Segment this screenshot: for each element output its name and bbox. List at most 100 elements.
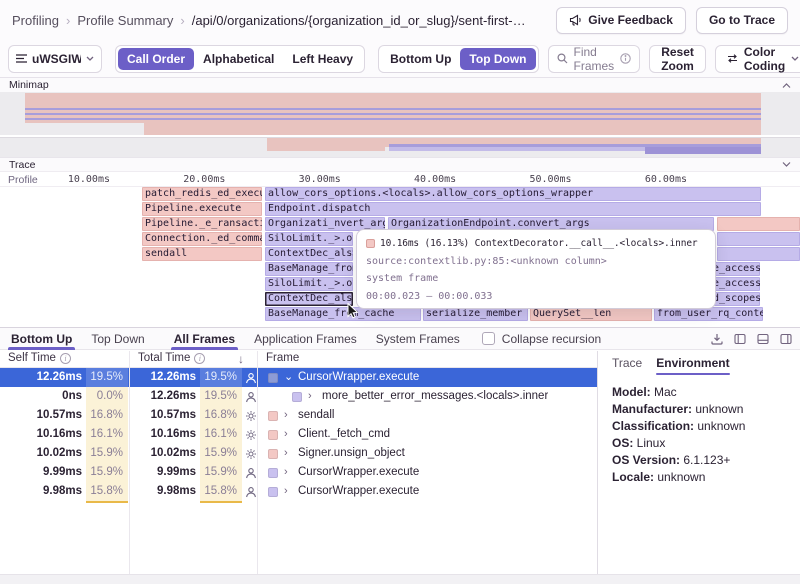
find-frames-placeholder: Find Frames	[574, 45, 615, 73]
total-time-column-header[interactable]: Total Time i	[138, 352, 205, 364]
flamegraph-frame-bar[interactable]	[717, 247, 800, 261]
tab-application-frames[interactable]: Application Frames	[251, 328, 360, 349]
flamegraph-frame-bar[interactable]: BaseManage_from_cache	[265, 307, 421, 321]
profile-axis-label: Profile	[8, 174, 38, 186]
minimap-band	[389, 147, 645, 151]
flamegraph-frame-bar[interactable]: Connection._ed_command	[142, 232, 262, 246]
self-time-column-header[interactable]: Self Time i	[8, 352, 71, 364]
chevron-right-icon[interactable]: ›	[308, 387, 316, 406]
breadcrumb-profile-summary[interactable]: Profile Summary	[77, 13, 173, 28]
flamegraph-frame-bar[interactable]: sendall	[142, 247, 262, 261]
sort-left-heavy-option[interactable]: Left Heavy	[283, 48, 362, 70]
sort-call-order-option[interactable]: Call Order	[118, 48, 194, 70]
frame-color-swatch	[268, 449, 278, 459]
total-time-value: 12.26ms	[130, 387, 196, 406]
flamegraph-frame-bar[interactable]: QuerySet__len	[530, 307, 652, 321]
info-icon[interactable]: i	[60, 353, 71, 364]
flamegraph-frame-bar[interactable]: ContextDec_als>.i	[265, 247, 353, 261]
download-icon[interactable]	[711, 333, 723, 345]
flamegraph-frame-bar[interactable]: SiloLimit._>.over	[265, 277, 353, 291]
frame-color-swatch	[268, 373, 278, 383]
self-time-percent: 16.1%	[86, 425, 128, 444]
tab-system-frames[interactable]: System Frames	[373, 328, 463, 349]
color-coding-button[interactable]: Color Coding	[715, 45, 800, 73]
frame-cell[interactable]: › sendall	[258, 406, 597, 425]
find-frames-input[interactable]: Find Frames	[548, 45, 641, 73]
frame-name: CursorWrapper.execute	[298, 463, 419, 482]
info-icon[interactable]: i	[194, 353, 205, 364]
flamegraph-frame-bar[interactable]: serialize_member	[423, 307, 528, 321]
self-time-label: Self Time	[8, 352, 56, 364]
reset-zoom-button[interactable]: Reset Zoom	[649, 45, 706, 73]
collapse-recursion-checkbox[interactable]: Collapse recursion	[482, 332, 601, 346]
breadcrumb-profiling[interactable]: Profiling	[12, 13, 59, 28]
table-row[interactable]: 9.98ms15.8%9.98ms15.8%›CursorWrapper.exe…	[0, 482, 597, 501]
chevron-right-icon[interactable]: ›	[284, 463, 292, 482]
tooltip-frame-color-swatch	[366, 239, 375, 248]
chevron-right-icon[interactable]: ›	[284, 406, 292, 425]
layout-dock-left-icon[interactable]	[734, 333, 746, 345]
flamegraph-frame-bar[interactable]: patch_redis_ed_execute	[142, 187, 262, 201]
breadcrumb-separator-icon: ›	[180, 13, 184, 28]
tab-top-down[interactable]: Top Down	[88, 328, 147, 349]
frame-cell[interactable]: ⌄CursorWrapper.execute	[258, 368, 597, 387]
self-time-value: 9.98ms	[0, 482, 82, 501]
detail-label: Model:	[612, 385, 654, 399]
flamegraph-frame-bar[interactable]: Endpoint.dispatch	[265, 202, 761, 216]
flamegraph-frame-bar[interactable]: SiloLimit._>.over	[265, 232, 353, 246]
table-row[interactable]: 10.16ms16.1%10.16ms16.1%›Client._fetch_c…	[0, 425, 597, 444]
chevron-right-icon[interactable]: ›	[284, 425, 292, 444]
go-to-trace-button[interactable]: Go to Trace	[696, 7, 788, 34]
frame-cell[interactable]: › CursorWrapper.execute	[258, 463, 597, 482]
table-row[interactable]: 10.02ms15.9%10.02ms15.9%›Signer.unsign_o…	[0, 444, 597, 463]
frame-cell[interactable]: ›CursorWrapper.execute	[258, 482, 597, 501]
flamegraph-frame-bar[interactable]: Pipeline._e_ransaction	[142, 217, 262, 231]
flamegraph-frame-bar[interactable]: from_user_rq_context	[654, 307, 763, 321]
layout-dock-bottom-icon[interactable]	[757, 333, 769, 345]
table-row[interactable]: 0ns0.0%12.26ms19.5%›more_better_error_me…	[0, 387, 597, 406]
table-row[interactable]: 9.99ms15.9%9.99ms15.9%›CursorWrapper.exe…	[0, 463, 597, 482]
frame-column-header[interactable]: Frame	[266, 352, 299, 364]
collapse-trace-chevron-down-icon[interactable]	[782, 162, 791, 167]
color-coding-label: Color Coding	[744, 45, 785, 73]
chevron-right-icon[interactable]: ›	[284, 482, 292, 501]
sort-descending-icon[interactable]: ↓	[238, 352, 244, 366]
axis-tick-label: 40.00ms	[414, 174, 456, 185]
detail-label: Locale:	[612, 470, 657, 484]
minimap-canvas[interactable]	[0, 92, 800, 157]
frame-cell[interactable]: ›Client._fetch_cmd	[258, 425, 597, 444]
search-info-icon[interactable]	[620, 53, 631, 64]
detail-value: 6.1.123+	[683, 453, 730, 467]
direction-bottom-up-option[interactable]: Bottom Up	[381, 48, 460, 70]
minimap-header: Minimap	[0, 78, 800, 92]
chevron-down-icon[interactable]: ⌄	[284, 368, 292, 387]
flamegraph-frame-bar[interactable]	[717, 217, 800, 231]
frame-name: Signer.unsign_object	[298, 444, 405, 463]
sort-alphabetical-option[interactable]: Alphabetical	[194, 48, 283, 70]
direction-top-down-option[interactable]: Top Down	[460, 48, 535, 70]
flamegraph-frame-bar[interactable]: BaseManage_from_c	[265, 262, 353, 276]
flamegraph-frame-bar[interactable]	[717, 232, 800, 246]
flamegraph-frame-bar[interactable]: allow_cors_options.<locals>.allow_cors_o…	[265, 187, 761, 201]
table-row[interactable]: 12.26ms19.5%12.26ms19.5%⌄CursorWrapper.e…	[0, 368, 597, 387]
chevron-right-icon[interactable]: ›	[284, 444, 292, 463]
tab-bottom-up[interactable]: Bottom Up	[8, 328, 75, 349]
side-tab-trace[interactable]: Trace	[612, 356, 642, 375]
flamegraph-frame-bar[interactable]: ContextDec_als>.i	[265, 292, 353, 306]
table-row[interactable]: 10.57ms16.8%10.57ms16.8%›sendall	[0, 406, 597, 425]
frame-color-swatch	[268, 487, 278, 497]
time-axis: Profile 10.00ms20.00ms30.00ms40.00ms50.0…	[0, 172, 800, 187]
tab-all-frames[interactable]: All Frames	[171, 328, 238, 349]
go-to-trace-label: Go to Trace	[709, 13, 775, 27]
give-feedback-button[interactable]: Give Feedback	[556, 7, 686, 34]
collapse-minimap-chevron-up-icon[interactable]	[782, 83, 791, 88]
minimap-title: Minimap	[9, 79, 49, 91]
thread-selector[interactable]: uWSGIWor…	[8, 45, 102, 73]
detail-label: OS:	[612, 436, 637, 450]
frame-cell[interactable]: ›more_better_error_messages.<locals>.inn…	[258, 387, 597, 406]
side-tab-environment[interactable]: Environment	[656, 356, 729, 375]
frame-name: sendall	[298, 406, 334, 425]
frame-cell[interactable]: › Signer.unsign_object	[258, 444, 597, 463]
flamegraph-frame-bar[interactable]: Pipeline.execute	[142, 202, 262, 216]
layout-dock-right-icon[interactable]	[780, 333, 792, 345]
